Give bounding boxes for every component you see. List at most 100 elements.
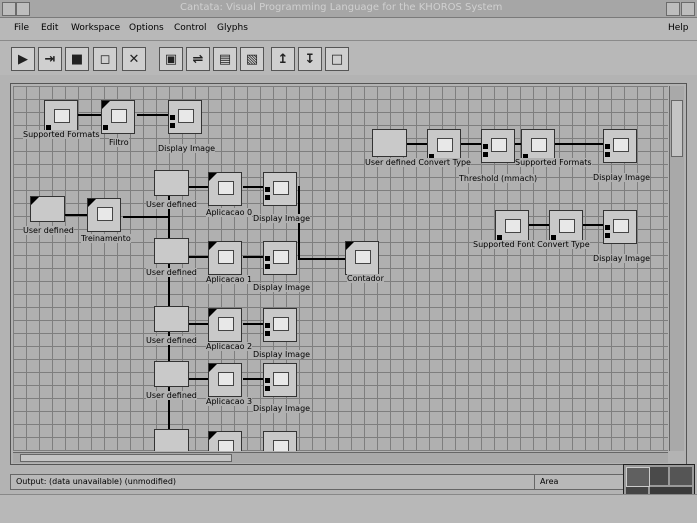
connection-wire[interactable]: [555, 143, 603, 145]
bottom-panel: [0, 494, 697, 523]
connection-wire[interactable]: [529, 224, 549, 226]
glyph-label: Aplicacao 0: [206, 208, 253, 217]
horizontal-scroll-thumb[interactable]: [20, 454, 232, 462]
glyph-display-image[interactable]: [263, 431, 297, 451]
glyph-aplicacao[interactable]: [208, 308, 242, 342]
menu-workspace[interactable]: Workspace: [71, 23, 120, 33]
glyph-filtro[interactable]: [101, 100, 135, 134]
menu-edit[interactable]: Edit: [41, 23, 58, 33]
area-field[interactable]: [561, 476, 623, 488]
glyph-display-image[interactable]: [263, 172, 297, 206]
glyph-aplicacao[interactable]: [208, 431, 242, 451]
glyph-user-defined[interactable]: [154, 170, 189, 196]
glyph-contador[interactable]: [345, 241, 379, 275]
glyph-aplicacao[interactable]: [208, 241, 242, 275]
connection-wire[interactable]: [77, 114, 102, 116]
menu-bar: File Edit Workspace Options Control Glyp…: [0, 18, 697, 41]
glyph-supported-formats[interactable]: [44, 100, 78, 134]
glyph-label: Contador: [347, 274, 384, 283]
glyph-label: Display Image: [253, 350, 311, 359]
connection-wire[interactable]: [243, 378, 263, 380]
glyph-display-image[interactable]: [603, 210, 637, 244]
toolbar: ▶ ⇥ ■ ◻ ✕ ▣ ⇌ ▤ ▧ ↥ ↧ □: [0, 41, 697, 75]
glyph-display-image[interactable]: [263, 363, 297, 397]
menu-options[interactable]: Options: [129, 23, 164, 33]
glyph-label: Display Image: [593, 254, 651, 263]
step-icon[interactable]: ⇥: [38, 47, 62, 71]
connection-wire[interactable]: [63, 214, 88, 216]
glyph-label: User defined Convert Type: [365, 158, 471, 167]
glyph-user-defined[interactable]: [154, 429, 189, 451]
glyph-label: Display Image: [253, 283, 311, 292]
procedure-icon[interactable]: ▣: [159, 47, 183, 71]
glyph-label: Display Image: [593, 173, 651, 182]
glyph-treinamento[interactable]: [87, 198, 121, 232]
connection-wire[interactable]: [243, 256, 263, 258]
save-icon[interactable]: ▤: [213, 47, 237, 71]
connection-wire[interactable]: [188, 323, 208, 325]
close-icon[interactable]: ✕: [122, 47, 146, 71]
glyph-label: Display Image: [158, 144, 216, 153]
glyph-label: User defined: [146, 391, 197, 400]
menu-control[interactable]: Control: [174, 23, 207, 33]
status-divider: [534, 474, 535, 490]
minimize-icon[interactable]: [16, 2, 30, 16]
glyph-user-defined[interactable]: [154, 306, 189, 332]
glyph-supported-font[interactable]: [495, 210, 529, 244]
glyph-label: Aplicacao 1: [206, 275, 253, 284]
glyph-user-defined[interactable]: [154, 361, 189, 387]
glyph-threshold[interactable]: [481, 129, 515, 163]
menu-help[interactable]: Help: [668, 23, 689, 33]
output-status: Output: (data unavailable) (unmodified): [16, 477, 177, 486]
menu-glyphs[interactable]: Glyphs: [217, 23, 248, 33]
run-icon[interactable]: ▶: [11, 47, 35, 71]
connection-wire[interactable]: [461, 143, 481, 145]
connection-wire[interactable]: [123, 216, 168, 218]
connection-wire[interactable]: [583, 224, 603, 226]
connection-wire[interactable]: [405, 143, 427, 145]
close-window-icon[interactable]: [681, 2, 695, 16]
area-label: Area: [540, 477, 559, 486]
overview-region: [670, 467, 692, 485]
glyph-label: Aplicacao 2: [206, 342, 253, 351]
glyph-label: User defined: [146, 336, 197, 345]
title-bar[interactable]: Cantata: Visual Programming Language for…: [0, 0, 697, 18]
overview-viewport[interactable]: [626, 467, 650, 487]
glyph-aplicacao[interactable]: [208, 172, 242, 206]
glyph-label: Display Image: [253, 214, 311, 223]
glyph-label: Filtro: [109, 138, 129, 147]
glyph-display-image[interactable]: [263, 308, 297, 342]
import-icon[interactable]: ↥: [271, 47, 295, 71]
open-icon[interactable]: ◻: [93, 47, 117, 71]
glyph-display-image[interactable]: [263, 241, 297, 275]
glyph-user-defined[interactable]: [154, 238, 189, 264]
glyph-label: Supported Font Convert Type: [473, 240, 590, 249]
glyph-label: Treinamento: [81, 234, 131, 243]
glyph-convert-type[interactable]: [549, 210, 583, 244]
glyph-display-image[interactable]: [603, 129, 637, 163]
connection-wire[interactable]: [243, 186, 263, 188]
window-menu-icon[interactable]: [2, 2, 16, 16]
connection-wire[interactable]: [188, 256, 208, 258]
new-workspace-icon[interactable]: □: [325, 47, 349, 71]
glyph-user-defined[interactable]: [30, 196, 65, 222]
glyph-user-defined-convert[interactable]: [372, 129, 407, 157]
connection-wire[interactable]: [188, 186, 208, 188]
connection-wire[interactable]: [243, 323, 263, 325]
glyph-label: User defined: [23, 226, 74, 235]
vertical-scroll-thumb[interactable]: [671, 100, 683, 157]
menu-file[interactable]: File: [14, 23, 29, 33]
glyph-aplicacao[interactable]: [208, 363, 242, 397]
connection-wire[interactable]: [188, 378, 208, 380]
glyph-display-image[interactable]: [168, 100, 202, 134]
save-as-icon[interactable]: ▧: [240, 47, 264, 71]
maximize-icon[interactable]: [666, 2, 680, 16]
workspace-canvas[interactable]: Supported Formats Filtro Display Image U…: [13, 86, 668, 451]
glyph-label: Threshold (mmach): [459, 174, 538, 183]
route-icon[interactable]: ⇌: [186, 47, 210, 71]
export-icon[interactable]: ↧: [298, 47, 322, 71]
connection-wire[interactable]: [298, 258, 345, 260]
glyph-label: Supported Formats: [23, 130, 100, 139]
stop-icon[interactable]: ■: [65, 47, 89, 71]
connection-wire[interactable]: [137, 114, 170, 116]
